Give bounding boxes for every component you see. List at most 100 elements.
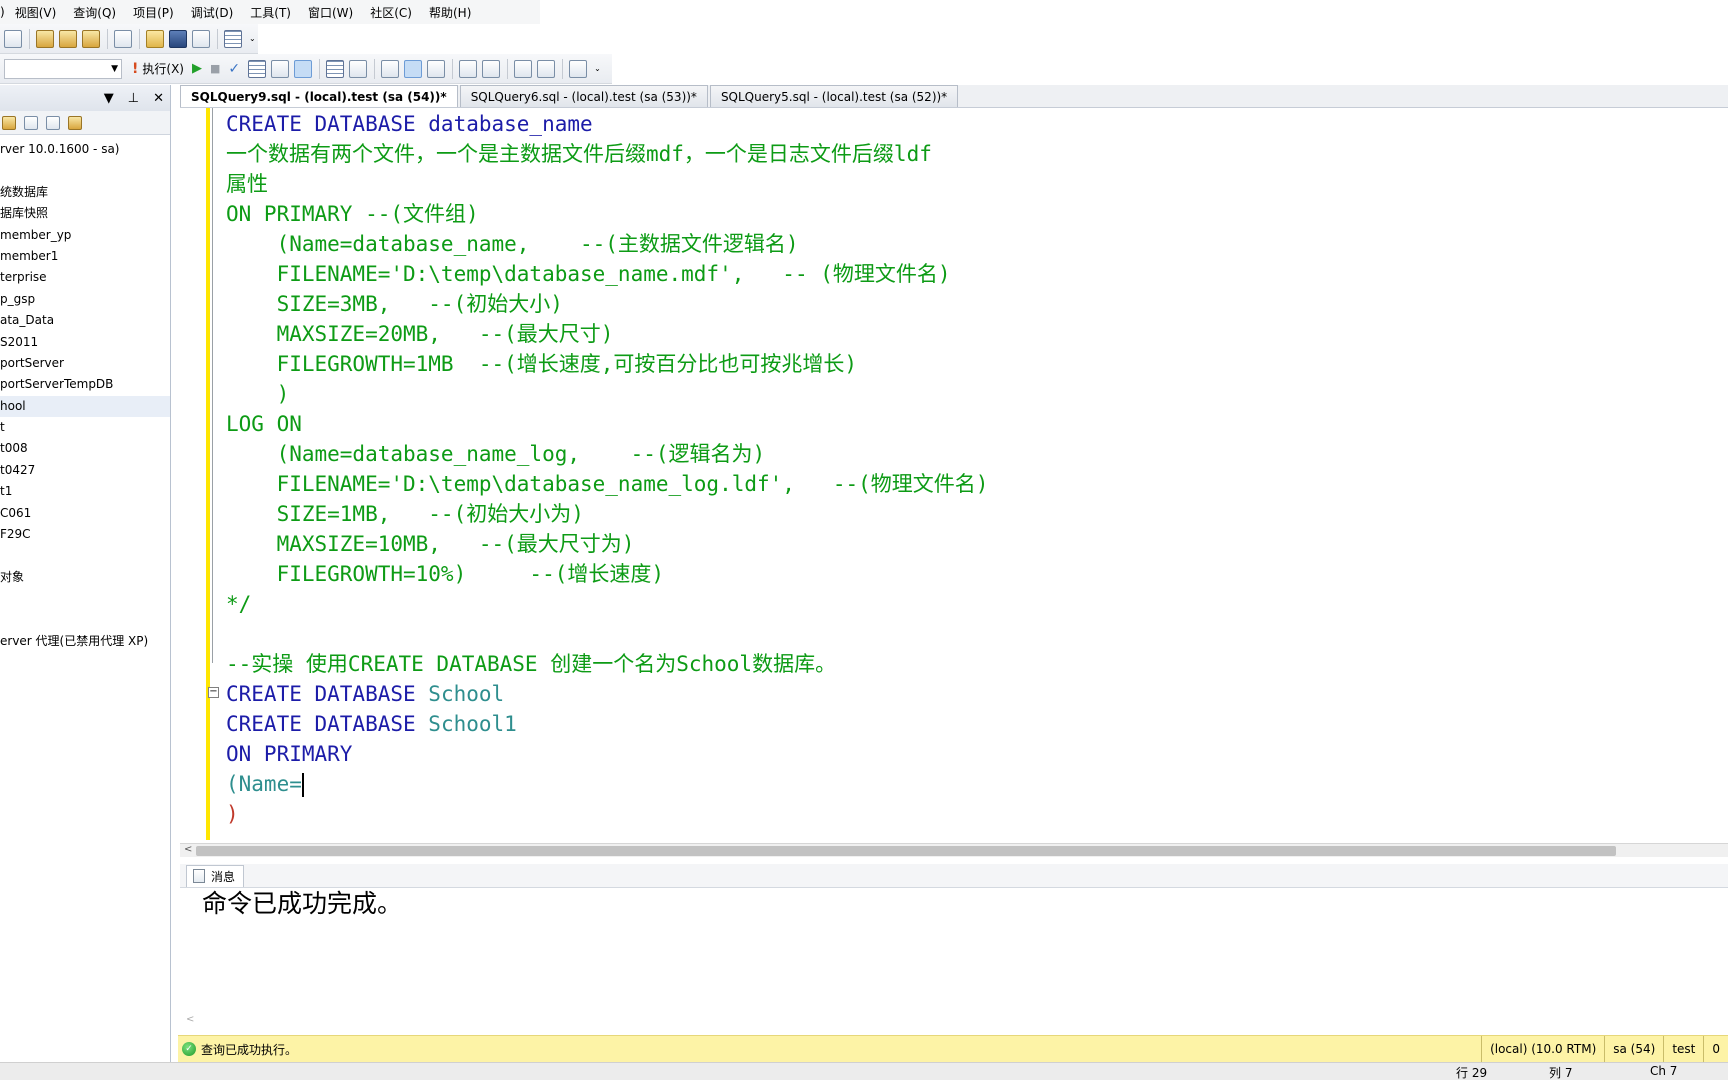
display-plan-icon[interactable]	[248, 59, 267, 78]
tree-item[interactable]: erver 代理(已禁用代理 XP)	[0, 631, 170, 652]
menu-debug[interactable]: 调试(D)	[191, 4, 234, 21]
connect-icon[interactable]	[2, 115, 16, 130]
status-database: test	[1663, 1035, 1703, 1063]
tree-item[interactable]: t1	[0, 481, 170, 502]
tree-item[interactable]: portServerTempDB	[0, 374, 170, 395]
execute-icon[interactable]: !	[132, 61, 138, 77]
results-to-grid-icon[interactable]	[294, 59, 313, 78]
execute-button[interactable]: 执行(X)	[142, 60, 184, 77]
collapse-toggle[interactable]: −	[208, 687, 219, 698]
tree-item[interactable]: member_yp	[0, 225, 170, 246]
code-line: ON PRIMARY	[226, 742, 353, 766]
tree-item[interactable]: C061	[0, 503, 170, 524]
tree-item[interactable]: portServer	[0, 353, 170, 374]
close-icon[interactable]: ✕	[153, 91, 164, 106]
toolbar-separator	[452, 58, 454, 79]
tree-item[interactable]: t008	[0, 438, 170, 459]
menu-project[interactable]: 项目(P)	[133, 4, 174, 21]
tree-item[interactable]: F29C	[0, 524, 170, 545]
menu-query[interactable]: 查询(Q)	[73, 4, 116, 21]
tab-sqlquery6[interactable]: SQLQuery6.sql - (local).test (sa (53))*	[459, 85, 708, 107]
decrease-indent-icon[interactable]	[514, 59, 533, 78]
tree-item[interactable]	[0, 160, 170, 181]
tree-item[interactable]: 据库快照	[0, 203, 170, 224]
open-folder-icon[interactable]	[146, 29, 164, 48]
tree-item[interactable]: hool	[0, 395, 170, 418]
scroll-left-arrow-icon[interactable]: <	[186, 1014, 194, 1025]
database-engine-query-icon[interactable]	[36, 29, 54, 48]
parse-check-icon[interactable]: ✓	[228, 61, 240, 77]
modified-lines-margin	[206, 108, 210, 840]
tree-item[interactable]: 对象	[0, 567, 170, 588]
toolbar-separator	[217, 28, 218, 49]
toolbar-overflow-icon[interactable]: ⌄	[249, 34, 256, 43]
debug-run-icon[interactable]: ▶	[192, 61, 202, 76]
pin-icon[interactable]: ⊥	[128, 91, 139, 106]
tree-item[interactable]: t0427	[0, 460, 170, 481]
code-line: )	[226, 382, 290, 406]
tab-sqlquery9[interactable]: SQLQuery9.sql - (local).test (sa (54))*	[180, 85, 458, 107]
results-to-file-icon[interactable]	[427, 59, 446, 78]
tab-messages-label: 消息	[211, 869, 236, 884]
tree-item[interactable]: t	[0, 417, 170, 438]
tree-item[interactable]: rver 10.0.1600 - sa)	[0, 139, 170, 160]
tree-item[interactable]	[0, 610, 170, 631]
client-statistics-icon[interactable]	[349, 59, 368, 78]
dropdown-icon[interactable]: ▼	[104, 91, 114, 106]
tree-item[interactable]: ata_Data	[0, 310, 170, 331]
tree-item[interactable]: terprise	[0, 267, 170, 288]
object-explorer: ▼ ⊥ ✕ rver 10.0.1600 - sa) 统数据库 据库快照 member…	[0, 85, 171, 1065]
include-plan-icon[interactable]	[326, 59, 345, 78]
code-area[interactable]: CREATE DATABASE database_name 一个数据有两个文件，…	[226, 109, 988, 829]
query-editor[interactable]: − CREATE DATABASE database_name 一个数据有两个文…	[180, 108, 1728, 843]
toolbar-empty-area	[258, 24, 612, 54]
status-extra: 0	[1703, 1035, 1728, 1063]
message-text: 命令已成功完成。	[202, 889, 403, 918]
tree-item[interactable]	[0, 545, 170, 566]
tree-item[interactable]: 统数据库	[0, 182, 170, 203]
database-selector[interactable]: ▼	[4, 58, 122, 79]
new-file-icon[interactable]	[114, 29, 132, 48]
tab-messages[interactable]: 消息	[186, 864, 245, 887]
tree-item[interactable]: S2011	[0, 332, 170, 353]
filter-icon[interactable]	[46, 115, 60, 130]
cancel-query-icon[interactable]: ■	[210, 62, 220, 75]
comment-out-icon[interactable]	[459, 59, 478, 78]
increase-indent-icon[interactable]	[537, 59, 556, 78]
print-icon[interactable]	[192, 29, 210, 48]
toolbar-overflow-icon[interactable]: ⌄	[594, 64, 601, 73]
app-status-bar: 行 29 列 7 Ch 7	[0, 1062, 1728, 1080]
menu-view[interactable]: 视图(V)	[15, 4, 57, 21]
menu-help[interactable]: 帮助(H)	[429, 4, 471, 21]
toolbar-separator	[374, 58, 376, 79]
scrollbar-thumb[interactable]	[196, 846, 1616, 856]
analysis-query-icon[interactable]	[59, 29, 77, 48]
new-query-icon[interactable]	[4, 29, 22, 48]
code-line: (Name=database_name, --(主数据文件逻辑名)	[226, 232, 799, 256]
menu-tools[interactable]: 工具(T)	[250, 4, 291, 21]
code-line-cursor: (Name=	[226, 772, 304, 797]
results-to-grid-active-icon[interactable]	[404, 59, 423, 78]
menu-community[interactable]: 社区(C)	[370, 4, 412, 21]
code-line: --实操 使用CREATE DATABASE 创建一个名为School数据库。	[226, 652, 837, 676]
tab-sqlquery5[interactable]: SQLQuery5.sql - (local).test (sa (52))*	[709, 85, 959, 107]
mdx-query-icon[interactable]	[82, 29, 100, 48]
outline-line	[212, 108, 213, 663]
sql-editor-toolbar: ▼ ! 执行(X) ▶ ■ ✓ ⌄	[0, 54, 612, 84]
save-icon[interactable]	[169, 29, 187, 48]
editor-horizontal-scrollbar[interactable]: <	[180, 843, 1728, 857]
uncomment-icon[interactable]	[482, 59, 501, 78]
tree-item[interactable]	[0, 588, 170, 609]
query-designer-icon[interactable]	[271, 59, 290, 78]
specify-template-values-icon[interactable]	[569, 59, 588, 78]
tree-item[interactable]: member1	[0, 246, 170, 267]
stop-icon[interactable]	[24, 115, 38, 130]
scroll-left-arrow-icon[interactable]: <	[184, 844, 192, 855]
refresh-icon[interactable]	[68, 115, 82, 130]
menu-item-partial[interactable]: )	[0, 5, 5, 19]
code-line: */	[226, 592, 252, 616]
results-to-text-icon[interactable]	[381, 59, 400, 78]
tree-item[interactable]: p_gsp	[0, 289, 170, 310]
activity-monitor-icon[interactable]	[224, 29, 242, 48]
menu-window[interactable]: 窗口(W)	[308, 4, 353, 21]
